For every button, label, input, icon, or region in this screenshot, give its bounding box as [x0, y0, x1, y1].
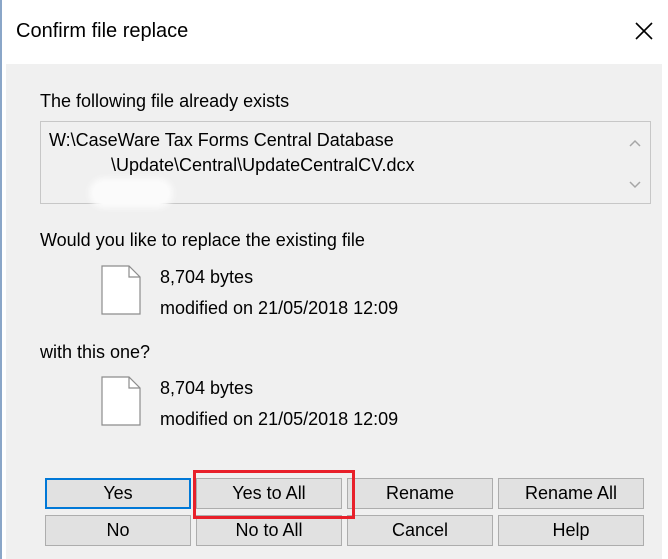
confirm-file-replace-dialog: Confirm file replace The following file …: [0, 0, 668, 559]
rename-all-button[interactable]: Rename All: [498, 478, 644, 509]
new-file-icon: [101, 376, 141, 426]
yes-button[interactable]: Yes: [45, 478, 191, 509]
redacted-path-segment: [93, 182, 169, 204]
existing-file-icon: [101, 265, 141, 315]
no-to-all-button[interactable]: No to All: [196, 515, 342, 546]
file-path-line-2: \Update\Central\UpdateCentralCV.dcx: [111, 155, 415, 175]
no-button[interactable]: No: [45, 515, 191, 546]
replace-question-label: Would you like to replace the existing f…: [40, 230, 365, 250]
new-file-modified: modified on 21/05/2018 12:09: [160, 409, 399, 429]
with-this-one-label: with this one?: [40, 342, 151, 362]
new-file-size: 8,704 bytes: [160, 378, 254, 398]
help-button[interactable]: Help: [498, 515, 644, 546]
window-border: [0, 0, 2, 559]
close-icon[interactable]: [629, 16, 659, 46]
file-exists-label: The following file already exists: [40, 91, 290, 111]
file-path-line-1: W:\CaseWare Tax Forms Central Database: [49, 130, 394, 150]
existing-file-size: 8,704 bytes: [160, 267, 254, 287]
cancel-button[interactable]: Cancel: [347, 515, 493, 546]
scroll-down-arrow-icon[interactable]: [628, 180, 642, 190]
dialog-title: Confirm file replace: [16, 20, 189, 42]
existing-file-modified: modified on 21/05/2018 12:09: [160, 298, 399, 318]
rename-button[interactable]: Rename: [347, 478, 493, 509]
title-bar[interactable]: Confirm file replace: [2, 0, 668, 64]
path-scrollbar[interactable]: [620, 122, 650, 203]
scroll-up-arrow-icon[interactable]: [628, 138, 642, 148]
file-path-box: W:\CaseWare Tax Forms Central Database \…: [40, 121, 651, 204]
yes-to-all-highlight: [193, 470, 355, 519]
